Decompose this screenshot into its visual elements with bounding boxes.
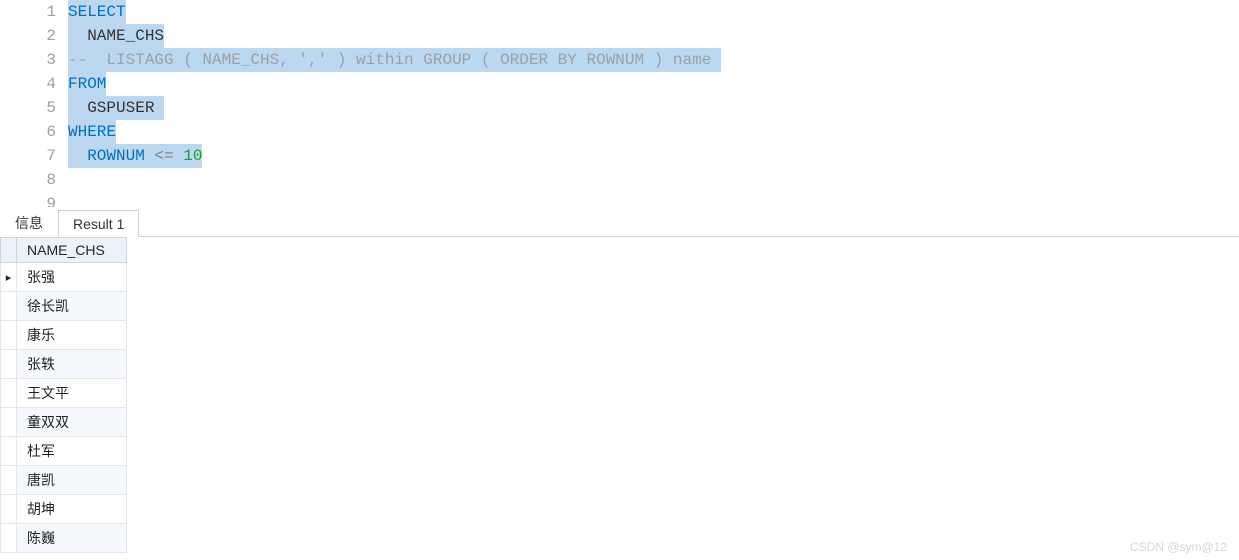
code-line[interactable]: SELECT xyxy=(68,0,1239,24)
code-token xyxy=(68,24,87,48)
line-number: 5 xyxy=(0,96,56,120)
row-marker: ▸ xyxy=(1,263,17,292)
row-marker xyxy=(1,379,17,408)
line-gutter: 123456789 xyxy=(0,0,68,207)
cell-name-chs[interactable]: 陈巍 xyxy=(17,524,127,553)
result-table[interactable]: NAME_CHS▸张强徐长凯康乐张轶王文平童双双杜军唐凯胡坤陈巍 xyxy=(0,237,127,553)
code-token: 10 xyxy=(183,144,202,168)
code-token: NAME_CHS xyxy=(87,24,164,48)
code-line[interactable]: -- LISTAGG ( NAME_CHS, ',' ) within GROU… xyxy=(68,48,1239,72)
cell-name-chs[interactable]: 唐凯 xyxy=(17,466,127,495)
table-row[interactable]: 胡坤 xyxy=(1,495,127,524)
table-row[interactable]: 唐凯 xyxy=(1,466,127,495)
row-marker xyxy=(1,350,17,379)
code-token xyxy=(68,144,87,168)
cell-name-chs[interactable]: 胡坤 xyxy=(17,495,127,524)
line-number: 8 xyxy=(0,168,56,192)
code-line[interactable]: GSPUSER xyxy=(68,96,1239,120)
table-row[interactable]: 张轶 xyxy=(1,350,127,379)
table-row[interactable]: 杜军 xyxy=(1,437,127,466)
code-token: FROM xyxy=(68,72,106,96)
cell-name-chs[interactable]: 王文平 xyxy=(17,379,127,408)
tab-result-1[interactable]: Result 1 xyxy=(58,210,139,237)
result-tabbar: 信息Result 1 xyxy=(0,207,1239,237)
row-marker xyxy=(1,524,17,553)
code-token: SELECT xyxy=(68,0,126,24)
code-token: WHERE xyxy=(68,120,116,144)
column-header[interactable]: NAME_CHS xyxy=(17,238,127,263)
row-marker xyxy=(1,408,17,437)
line-number: 1 xyxy=(0,0,56,24)
table-row[interactable]: 徐长凯 xyxy=(1,292,127,321)
row-marker-header xyxy=(1,238,17,263)
table-row[interactable]: 王文平 xyxy=(1,379,127,408)
code-token: <= xyxy=(154,144,183,168)
row-marker xyxy=(1,321,17,350)
cell-name-chs[interactable]: 杜军 xyxy=(17,437,127,466)
sql-editor[interactable]: 123456789 SELECT NAME_CHS-- LISTAGG ( NA… xyxy=(0,0,1239,207)
table-row[interactable]: 康乐 xyxy=(1,321,127,350)
line-number: 9 xyxy=(0,192,56,207)
code-line[interactable] xyxy=(68,168,1239,192)
code-line[interactable]: FROM xyxy=(68,72,1239,96)
row-marker xyxy=(1,495,17,524)
cell-name-chs[interactable]: 康乐 xyxy=(17,321,127,350)
code-line[interactable] xyxy=(68,192,1239,207)
row-marker xyxy=(1,466,17,495)
watermark: CSDN @sym@12 xyxy=(1130,540,1227,554)
line-number: 6 xyxy=(0,120,56,144)
cell-name-chs[interactable]: 徐长凯 xyxy=(17,292,127,321)
code-lines[interactable]: SELECT NAME_CHS-- LISTAGG ( NAME_CHS, ',… xyxy=(68,0,1239,207)
code-token: -- LISTAGG ( NAME_CHS, ',' ) within GROU… xyxy=(68,48,721,72)
line-number: 2 xyxy=(0,24,56,48)
cell-name-chs[interactable]: 张轶 xyxy=(17,350,127,379)
line-number: 7 xyxy=(0,144,56,168)
table-row[interactable]: 童双双 xyxy=(1,408,127,437)
code-token: GSPUSER xyxy=(87,96,164,120)
cell-name-chs[interactable]: 童双双 xyxy=(17,408,127,437)
row-marker xyxy=(1,437,17,466)
code-line[interactable]: NAME_CHS xyxy=(68,24,1239,48)
code-token xyxy=(68,96,87,120)
code-token: ROWNUM xyxy=(87,144,154,168)
code-line[interactable]: WHERE xyxy=(68,120,1239,144)
table-row[interactable]: 陈巍 xyxy=(1,524,127,553)
table-row[interactable]: ▸张强 xyxy=(1,263,127,292)
line-number: 3 xyxy=(0,48,56,72)
tab-info[interactable]: 信息 xyxy=(0,207,58,237)
cell-name-chs[interactable]: 张强 xyxy=(17,263,127,292)
row-marker xyxy=(1,292,17,321)
code-line[interactable]: ROWNUM <= 10 xyxy=(68,144,1239,168)
results-panel: NAME_CHS▸张强徐长凯康乐张轶王文平童双双杜军唐凯胡坤陈巍 xyxy=(0,237,1239,553)
line-number: 4 xyxy=(0,72,56,96)
